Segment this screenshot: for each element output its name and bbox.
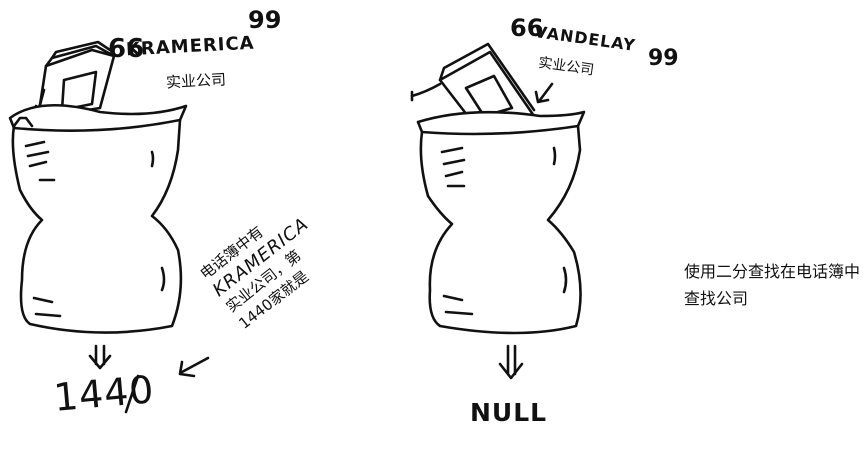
left-close-quote: 99 (248, 6, 282, 34)
result-number: 1440 (52, 367, 157, 420)
right-close-quote: 99 (648, 46, 679, 71)
down-arrow-right (498, 344, 524, 380)
bag-left (8, 103, 188, 334)
down-arrow-left (88, 344, 112, 370)
bag-right (416, 110, 586, 335)
company-subtitle-left: 实业公司 (165, 70, 227, 92)
figure-caption: 使用二分查找在电话簿中查找公司 (684, 262, 861, 308)
small-arrow-right (534, 82, 554, 104)
result-null: NULL (470, 398, 548, 427)
note-arrow (178, 356, 210, 378)
